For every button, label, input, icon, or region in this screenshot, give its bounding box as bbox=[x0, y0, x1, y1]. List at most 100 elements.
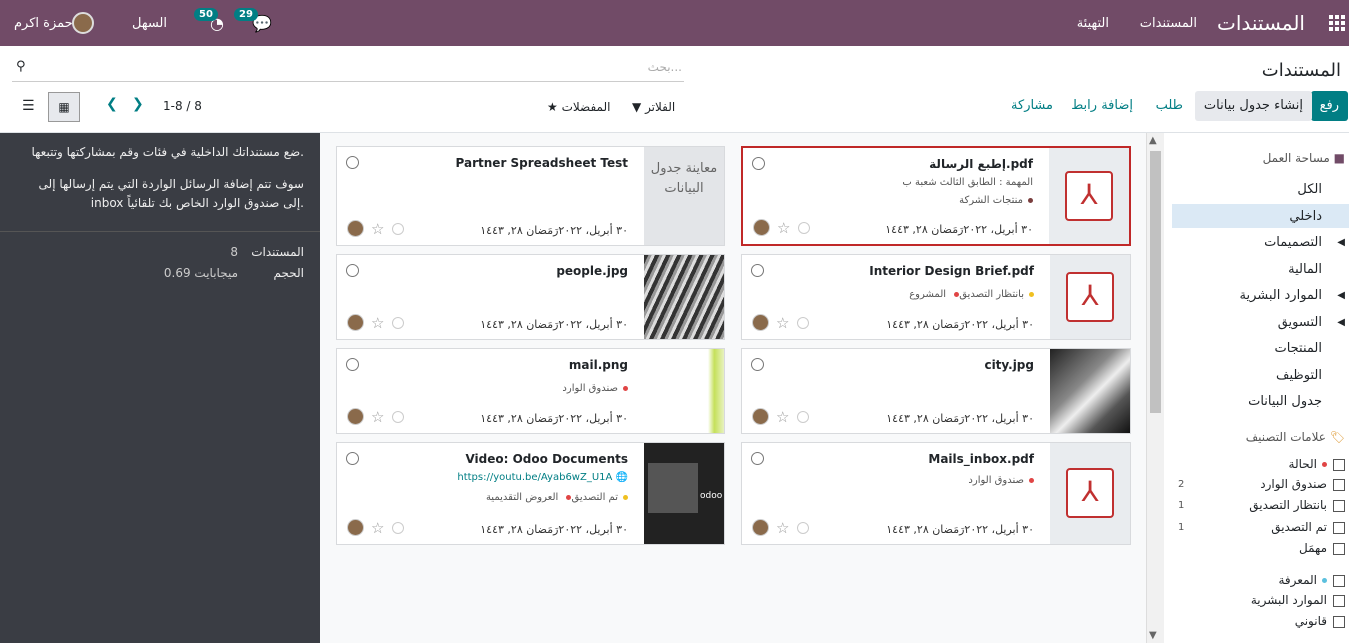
card-tags: بانتظار التصديق المشروع bbox=[909, 289, 1034, 300]
favorite-star-icon[interactable]: ☆ bbox=[371, 220, 384, 238]
activity-clock-icon[interactable] bbox=[392, 411, 404, 423]
search-icon[interactable]: ⚲ bbox=[16, 59, 26, 74]
folder-hr[interactable]: الموارد البشرية bbox=[1240, 288, 1322, 303]
request-button[interactable]: طلب bbox=[1147, 91, 1192, 121]
card-thumbnail: ⅄ bbox=[1050, 255, 1130, 339]
kanban-view-button[interactable]: ▦ bbox=[48, 92, 80, 122]
activity-clock-icon[interactable] bbox=[797, 522, 809, 534]
card-date: ٣٠ أبريل، ٢٠٢٢رَمَضان ٢٨, ١٤٤٣ bbox=[480, 224, 628, 237]
favorite-star-icon[interactable]: ☆ bbox=[776, 314, 789, 332]
pager-prev-icon[interactable]: ❮ bbox=[106, 96, 118, 112]
activity-clock-icon[interactable] bbox=[392, 317, 404, 329]
expand-hr-icon[interactable]: ◀ bbox=[1337, 290, 1345, 301]
pdf-icon: ⅄ bbox=[1065, 171, 1113, 221]
card-select-radio[interactable] bbox=[346, 264, 359, 277]
folder-designs[interactable]: التصميمات bbox=[1264, 235, 1322, 250]
document-card[interactable]: معاينة جدول البيانات Partner Spreadsheet… bbox=[336, 146, 725, 246]
share-button[interactable]: مشاركة bbox=[1002, 91, 1062, 121]
expand-marketing-icon[interactable]: ◀ bbox=[1337, 317, 1345, 328]
activity-clock-icon[interactable] bbox=[797, 317, 809, 329]
upload-button[interactable]: رفع bbox=[1310, 91, 1348, 121]
folder-internal-selected[interactable] bbox=[1172, 204, 1349, 228]
card-date: ٣٠ أبريل، ٢٠٢٢رَمَضان ٢٨, ١٤٤٣ bbox=[886, 318, 1034, 331]
user-name[interactable]: حمزة اكرم bbox=[14, 16, 73, 31]
folder-all[interactable]: الكل bbox=[1297, 182, 1322, 197]
user-avatar[interactable] bbox=[72, 12, 94, 34]
folder-finance[interactable]: المالية bbox=[1288, 262, 1322, 277]
document-card[interactable]: city.jpg ٣٠ أبريل، ٢٠٢٢رَمَضان ٢٨, ١٤٤٣ … bbox=[741, 348, 1131, 434]
favorite-star-icon[interactable]: ☆ bbox=[776, 519, 789, 537]
card-select-radio[interactable] bbox=[751, 452, 764, 465]
folder-marketing[interactable]: التسويق bbox=[1278, 315, 1322, 330]
favorite-star-icon[interactable]: ☆ bbox=[371, 408, 384, 426]
scroll-down-icon[interactable]: ▼ bbox=[1149, 630, 1157, 641]
document-card[interactable]: people.jpg ٣٠ أبريل، ٢٠٢٢رَمَضان ٢٨, ١٤٤… bbox=[336, 254, 725, 340]
scroll-up-icon[interactable]: ▲ bbox=[1149, 135, 1157, 146]
card-url[interactable]: https://youtu.be/Ayab6wZ_U1A 🌐 bbox=[457, 472, 628, 483]
tag-checkbox[interactable] bbox=[1333, 595, 1345, 607]
list-view-button[interactable]: ☰ bbox=[22, 98, 35, 114]
favorite-star-icon[interactable]: ☆ bbox=[371, 519, 384, 537]
grid-icon: ▦ bbox=[58, 100, 70, 114]
search-bar[interactable]: ⚲ بحث... bbox=[12, 56, 684, 82]
add-link-button[interactable]: إضافة رابط bbox=[1062, 91, 1142, 121]
activities-button[interactable]: 50 ◔ bbox=[194, 8, 224, 33]
folder-internal[interactable]: داخلي bbox=[1289, 209, 1322, 224]
activity-clock-icon[interactable] bbox=[392, 223, 404, 235]
tag-checkbox[interactable] bbox=[1333, 522, 1345, 534]
menu-config[interactable]: التهيئة bbox=[1077, 16, 1109, 31]
card-name: إطبع الرسالة.pdf bbox=[929, 157, 1033, 171]
tag-checkbox[interactable] bbox=[1333, 479, 1345, 491]
tag-group-checkbox[interactable] bbox=[1333, 575, 1345, 587]
favorite-star-icon[interactable]: ☆ bbox=[777, 219, 790, 237]
search-input[interactable]: بحث... bbox=[648, 60, 682, 74]
favorite-star-icon[interactable]: ☆ bbox=[371, 314, 384, 332]
workspace-header[interactable]: مساحة العمل ■ bbox=[1263, 151, 1345, 165]
favorite-star-icon[interactable]: ☆ bbox=[776, 408, 789, 426]
apps-menu-icon[interactable] bbox=[1329, 15, 1345, 31]
card-tag: صندوق الوارد bbox=[562, 383, 628, 394]
filters-dropdown[interactable]: ▼ الفلاتر bbox=[632, 100, 675, 114]
video-frame bbox=[648, 463, 698, 513]
tag-group-checkbox[interactable] bbox=[1333, 459, 1345, 471]
activity-clock-icon[interactable] bbox=[798, 222, 810, 234]
card-select-radio[interactable] bbox=[752, 157, 765, 170]
pager[interactable]: 1-8 / 8 bbox=[163, 99, 202, 113]
card-select-radio[interactable] bbox=[346, 156, 359, 169]
folder-spreadsheet[interactable]: جدول البيانات bbox=[1248, 394, 1322, 409]
document-card[interactable]: ⅄ Mails_inbox.pdf صندوق الوارد ٣٠ أبريل،… bbox=[741, 442, 1131, 545]
tag-checkbox[interactable] bbox=[1333, 616, 1345, 628]
messages-button[interactable]: 29 💬 bbox=[234, 8, 272, 33]
document-card[interactable]: mail.png صندوق الوارد ٣٠ أبريل، ٢٠٢٢رَمَ… bbox=[336, 348, 725, 434]
document-card[interactable]: ⅄ Interior Design Brief.pdf بانتظار التص… bbox=[741, 254, 1131, 340]
url-link[interactable]: https://youtu.be/Ayab6wZ_U1A bbox=[457, 472, 612, 483]
star-icon: ★ bbox=[547, 100, 558, 114]
card-name: Interior Design Brief.pdf bbox=[869, 264, 1034, 278]
card-select-radio[interactable] bbox=[346, 452, 359, 465]
card-date: ٣٠ أبريل، ٢٠٢٢رَمَضان ٢٨, ١٤٤٣ bbox=[886, 412, 1034, 425]
card-name: Video: Odoo Documents bbox=[465, 452, 628, 466]
folder-recruitment[interactable]: التوظيف bbox=[1276, 368, 1322, 383]
tag-label: صندوق الوارد bbox=[968, 475, 1024, 486]
activity-clock-icon[interactable] bbox=[392, 522, 404, 534]
activity-clock-icon[interactable] bbox=[797, 411, 809, 423]
app-title[interactable]: المستندات bbox=[1217, 11, 1305, 35]
tag-item-count: 1 bbox=[1178, 522, 1185, 533]
card-select-radio[interactable] bbox=[346, 358, 359, 371]
vertical-scrollbar[interactable]: ▲ ▼ bbox=[1146, 133, 1164, 643]
tag-checkbox[interactable] bbox=[1333, 500, 1345, 512]
card-select-radio[interactable] bbox=[751, 264, 764, 277]
card-select-radio[interactable] bbox=[751, 358, 764, 371]
tag-checkbox[interactable] bbox=[1333, 543, 1345, 555]
scroll-thumb[interactable] bbox=[1150, 151, 1161, 413]
menu-documents[interactable]: المستندات bbox=[1140, 16, 1197, 31]
card-thumbnail: odoo bbox=[644, 443, 724, 544]
expand-designs-icon[interactable]: ◀ bbox=[1337, 237, 1345, 248]
create-spreadsheet-button[interactable]: إنشاء جدول بيانات bbox=[1194, 91, 1312, 121]
folder-products[interactable]: المنتجات bbox=[1274, 341, 1322, 356]
document-card[interactable]: ⅄ إطبع الرسالة.pdf المهمة : الطابق الثال… bbox=[741, 146, 1131, 246]
pager-next-icon[interactable]: ❯ bbox=[132, 96, 144, 112]
company-switcher[interactable]: السهل bbox=[132, 16, 167, 31]
document-card[interactable]: odoo Video: Odoo Documents https://youtu… bbox=[336, 442, 725, 545]
favorites-dropdown[interactable]: ★ المفضلات bbox=[547, 100, 610, 114]
